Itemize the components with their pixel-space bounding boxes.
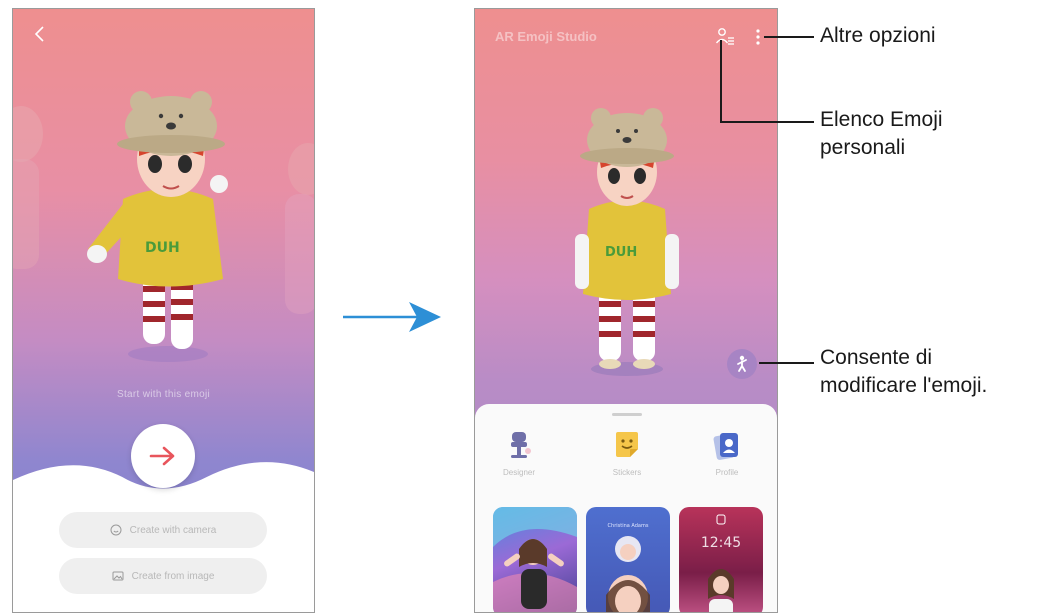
callout-lines — [720, 36, 814, 364]
callout-emoji-list-line2: personali — [820, 136, 906, 159]
callout-line-list — [720, 40, 814, 123]
callout-edit-emoji: Consente di modificare l'emoji. — [820, 344, 987, 400]
callout-emoji-list: Elenco Emoji personali — [820, 106, 943, 162]
callout-more-options: Altre opzioni — [820, 22, 936, 50]
callout-edit-line1: Consente di — [820, 346, 933, 369]
callout-more-options-text: Altre opzioni — [820, 24, 936, 47]
callout-edit-line2: modificare l'emoji. — [820, 374, 988, 397]
callout-emoji-list-line1: Elenco Emoji — [820, 108, 943, 131]
